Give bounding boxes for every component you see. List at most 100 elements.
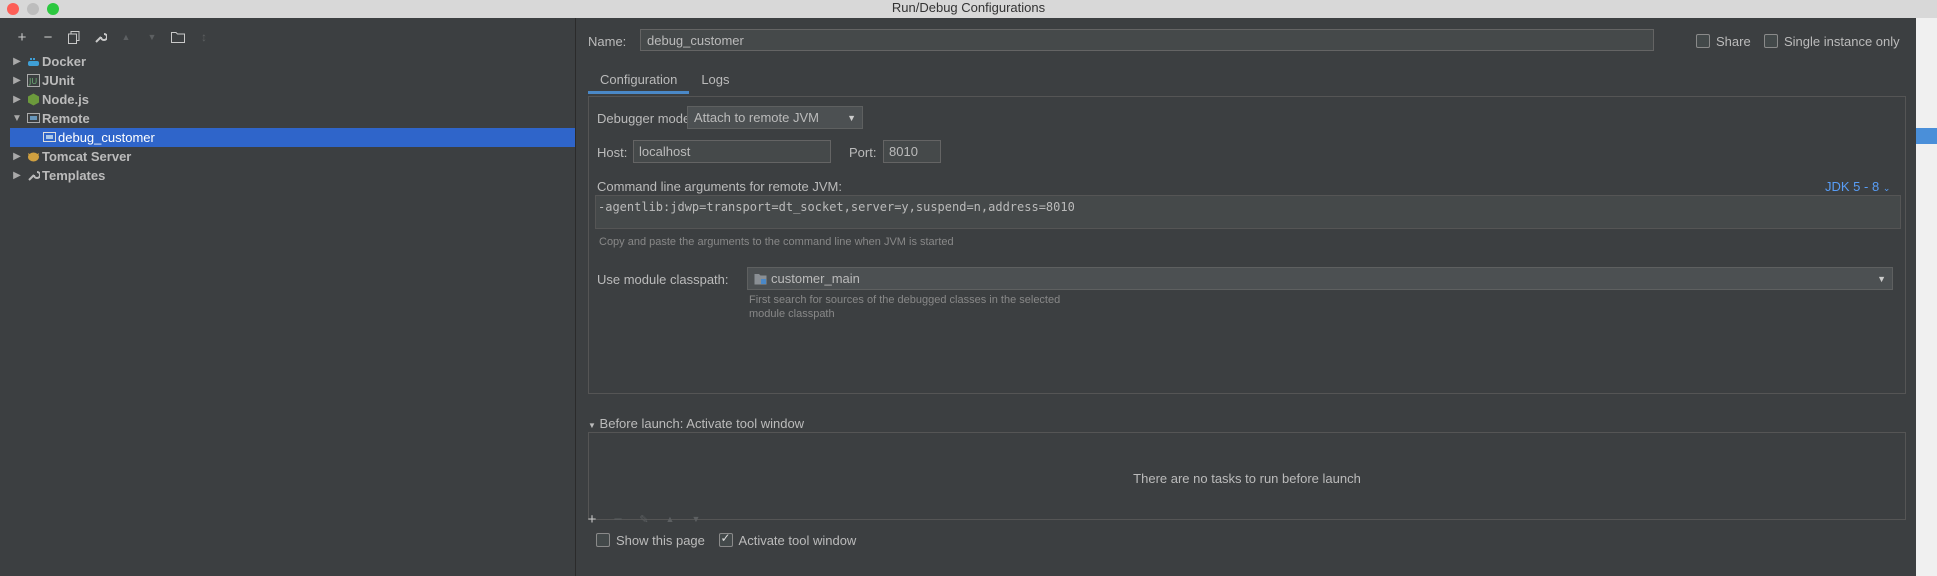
jdk-version-link[interactable]: JDK 5 - 8 ⌄ xyxy=(1825,179,1890,194)
tree-item-label: Templates xyxy=(42,168,106,183)
background-selection-strip xyxy=(1916,128,1937,144)
share-option[interactable]: Share xyxy=(1696,34,1751,49)
docker-icon xyxy=(28,58,39,66)
tree-item-docker[interactable]: ▶ Docker xyxy=(10,52,575,71)
tree-item-tomcat-server[interactable]: ▶ Tomcat Server xyxy=(10,147,575,166)
single-instance-label: Single instance only xyxy=(1784,34,1900,49)
expand-arrow-icon[interactable]: ▶ xyxy=(12,147,22,166)
arrow-up-icon: ▲ xyxy=(665,514,675,524)
before-launch-toolbar: + − ✎ ▲ ▼ xyxy=(582,510,706,528)
tree-item-debug-customer[interactable]: debug_customer xyxy=(10,128,575,147)
chevron-down-icon: ▼ xyxy=(847,113,856,123)
before-launch-empty-text: There are no tasks to run before launch xyxy=(1133,471,1361,486)
expand-arrow-icon[interactable]: ▶ xyxy=(12,166,22,185)
share-label: Share xyxy=(1716,34,1751,49)
minus-icon: − xyxy=(43,28,53,46)
tree-item-templates[interactable]: ▶ Templates xyxy=(10,166,575,185)
junit-icon: JU xyxy=(27,74,40,87)
edit-defaults-button[interactable] xyxy=(90,28,110,46)
expand-arrow-icon[interactable]: ▶ xyxy=(12,71,22,90)
name-input[interactable]: debug_customer xyxy=(640,29,1654,51)
tree-item-junit[interactable]: ▶ JU JUnit xyxy=(10,71,575,90)
move-task-down-button[interactable]: ▼ xyxy=(686,510,706,528)
plus-icon: + xyxy=(17,28,27,46)
port-input[interactable]: 8010 xyxy=(883,140,941,163)
module-hint-line-1: First search for sources of the debugged… xyxy=(749,294,1061,306)
activate-tool-window-checkbox[interactable] xyxy=(718,531,733,547)
remove-task-button[interactable]: − xyxy=(608,510,628,528)
activate-tool-window-option[interactable]: Activate tool window xyxy=(718,531,857,548)
debugger-mode-select[interactable]: Attach to remote JVM ▼ xyxy=(687,106,863,129)
cmdline-arguments-field[interactable]: -agentlib:jdwp=transport=dt_socket,serve… xyxy=(595,195,1901,229)
before-launch-header[interactable]: ▼ Before launch: Activate tool window xyxy=(588,416,804,431)
arrow-down-icon: ▼ xyxy=(691,514,701,524)
background-window-edge xyxy=(1916,18,1937,576)
move-down-button[interactable]: ▼ xyxy=(142,28,162,46)
tree-item-label: Tomcat Server xyxy=(42,149,132,164)
tab-logs[interactable]: Logs xyxy=(689,66,741,94)
collapse-arrow-icon[interactable]: ▼ xyxy=(12,109,22,128)
tree-item-label: debug_customer xyxy=(58,130,155,145)
wrench-icon xyxy=(28,171,40,181)
remote-icon xyxy=(27,113,40,123)
folder-icon xyxy=(171,32,185,43)
wrench-icon xyxy=(94,32,107,43)
expand-arrow-icon[interactable]: ▶ xyxy=(12,90,22,109)
module-hint-line-2: module classpath xyxy=(749,308,835,320)
module-icon xyxy=(754,274,767,285)
add-task-button[interactable]: + xyxy=(582,510,602,528)
plus-icon: + xyxy=(587,510,597,528)
configurations-tree-panel: + − ▲ ▼ ↕ ▶ Docker ▶ JU JUnit ▶ Node.js xyxy=(0,18,576,576)
tree-item-nodejs[interactable]: ▶ Node.js xyxy=(10,90,575,109)
tree-item-remote[interactable]: ▼ Remote xyxy=(10,109,575,128)
share-checkbox[interactable] xyxy=(1696,34,1710,48)
arrow-up-icon: ▲ xyxy=(121,32,131,42)
window-titlebar: Run/Debug Configurations xyxy=(0,0,1937,18)
tree-item-label: Remote xyxy=(42,111,90,126)
module-classpath-label: Use module classpath: xyxy=(597,272,729,287)
name-label: Name: xyxy=(588,34,627,49)
cmdline-label: Command line arguments for remote JVM: xyxy=(597,179,842,194)
move-up-button[interactable]: ▲ xyxy=(116,28,136,46)
remove-configuration-button[interactable]: − xyxy=(38,28,58,46)
arrow-down-icon: ▼ xyxy=(147,32,157,42)
pencil-icon: ✎ xyxy=(639,513,649,526)
debugger-mode-value: Attach to remote JVM xyxy=(694,110,819,125)
chevron-down-icon: ⌄ xyxy=(1882,183,1891,193)
new-folder-button[interactable] xyxy=(168,28,188,46)
move-task-up-button[interactable]: ▲ xyxy=(660,510,680,528)
close-window-button[interactable] xyxy=(7,3,19,15)
host-label: Host: xyxy=(597,145,628,160)
expand-arrow-icon[interactable]: ▶ xyxy=(12,52,22,71)
single-instance-checkbox[interactable] xyxy=(1764,34,1778,48)
module-classpath-value: customer_main xyxy=(771,271,860,286)
tree-toolbar: + − ▲ ▼ ↕ xyxy=(12,28,214,46)
sort-button[interactable]: ↕ xyxy=(194,28,214,46)
port-label: Port: xyxy=(849,145,877,160)
copy-configuration-button[interactable] xyxy=(64,28,84,46)
single-instance-option[interactable]: Single instance only xyxy=(1764,34,1900,49)
nodejs-icon xyxy=(28,93,39,106)
edit-task-button[interactable]: ✎ xyxy=(634,510,654,528)
tree-item-label: JUnit xyxy=(42,73,75,88)
module-classpath-select[interactable]: customer_main ▼ xyxy=(747,267,1893,290)
debugger-mode-label: Debugger mode: xyxy=(597,111,694,126)
host-input[interactable]: localhost xyxy=(633,140,831,163)
editor-tabs: Configuration Logs xyxy=(588,66,742,94)
copy-icon xyxy=(68,30,80,44)
minus-icon: − xyxy=(613,510,623,528)
window-title: Run/Debug Configurations xyxy=(891,0,1046,15)
show-this-page-label: Show this page xyxy=(616,533,705,548)
tree-item-label: Docker xyxy=(42,54,87,69)
activate-tool-window-label: Activate tool window xyxy=(738,533,857,548)
maximize-window-button[interactable] xyxy=(47,3,59,15)
before-launch-title: Before launch: Activate tool window xyxy=(599,416,805,431)
show-this-page-option[interactable]: Show this page xyxy=(596,533,705,548)
show-this-page-checkbox[interactable] xyxy=(596,533,610,547)
add-configuration-button[interactable]: + xyxy=(12,28,32,46)
tree-item-label: Node.js xyxy=(42,92,89,107)
minimize-window-button[interactable] xyxy=(27,3,39,15)
configuration-editor: Name: debug_customer Share Single instan… xyxy=(576,18,1916,576)
before-launch-task-list: There are no tasks to run before launch xyxy=(588,432,1906,520)
tab-configuration[interactable]: Configuration xyxy=(588,66,690,94)
